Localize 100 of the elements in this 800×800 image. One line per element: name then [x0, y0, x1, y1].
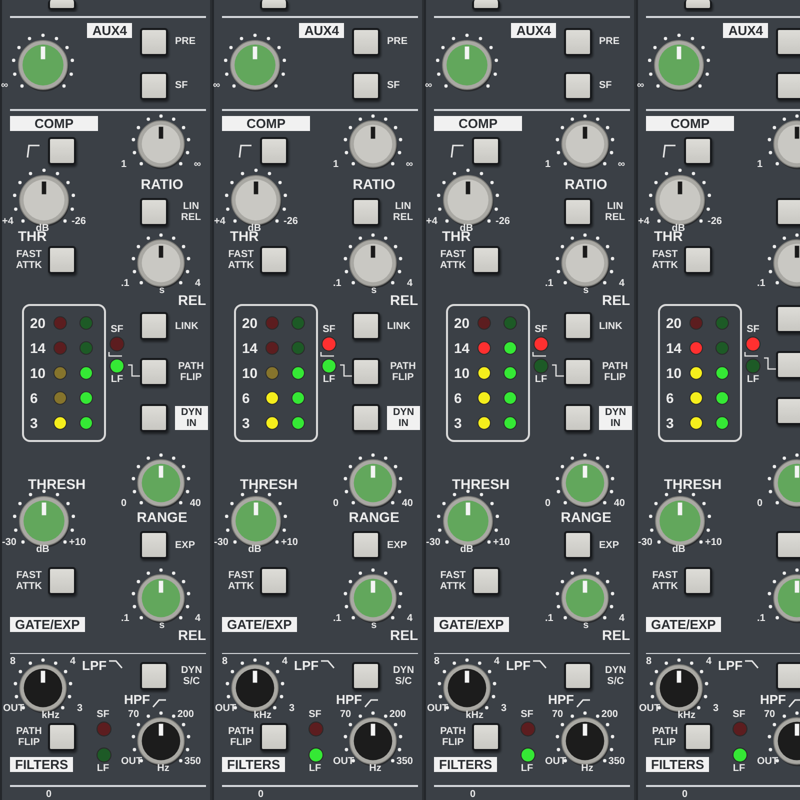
section-header: FILTERS: [10, 757, 74, 772]
scale-label: 200: [601, 709, 618, 720]
button-label: PATH FLIP: [389, 361, 417, 384]
button[interactable]: [48, 566, 76, 595]
scale-label: -30: [638, 536, 652, 550]
scale-label: s: [371, 620, 378, 631]
meter-label: 6: [30, 390, 39, 406]
button[interactable]: [776, 28, 800, 56]
button-label: FAST ATTK: [439, 249, 467, 272]
led-label: SF: [746, 324, 760, 336]
button-label: DYN S/C: [180, 665, 204, 688]
button[interactable]: [260, 246, 288, 274]
button[interactable]: [472, 723, 500, 752]
scale-label: 350: [396, 756, 413, 770]
button[interactable]: [472, 137, 500, 166]
button[interactable]: [684, 0, 712, 10]
button[interactable]: [776, 397, 800, 426]
button[interactable]: [48, 137, 76, 166]
button[interactable]: [352, 312, 380, 340]
meter-label: 14: [30, 340, 47, 356]
button[interactable]: [352, 198, 380, 226]
scale-label: OUT: [3, 703, 24, 716]
scale-label: dB: [248, 544, 262, 555]
button[interactable]: [352, 404, 380, 432]
scale-label: -26: [284, 216, 298, 230]
led-label: SF: [110, 324, 124, 336]
button[interactable]: [140, 312, 168, 340]
button[interactable]: [472, 0, 500, 10]
knob-title: THRESH: [452, 476, 511, 492]
button[interactable]: [564, 358, 592, 386]
scale-label: OUT: [333, 756, 354, 770]
button[interactable]: [564, 312, 592, 340]
button[interactable]: [260, 723, 288, 752]
button[interactable]: [684, 723, 712, 752]
scale-label: kHz: [678, 710, 696, 722]
button[interactable]: [140, 662, 168, 690]
button[interactable]: [564, 662, 592, 690]
scale-label: 0: [46, 789, 53, 800]
scale-label: -26: [708, 216, 722, 230]
button[interactable]: [260, 137, 288, 166]
scale-label: .1: [121, 612, 130, 626]
button-label: EXP: [175, 540, 196, 550]
button[interactable]: [352, 662, 380, 690]
led-label: LF: [732, 763, 746, 774]
button[interactable]: [140, 28, 168, 56]
button[interactable]: [684, 246, 712, 274]
scale-label: 3: [713, 703, 719, 716]
section-header: AUX4: [723, 22, 768, 38]
meter-label: 20: [454, 315, 471, 332]
scale-label: .1: [757, 278, 766, 290]
button[interactable]: [564, 531, 592, 559]
knob-title: RATIO: [352, 176, 396, 192]
button[interactable]: [140, 531, 168, 559]
scale-label: .1: [545, 612, 554, 626]
scale-label: ∞: [425, 80, 432, 92]
button-label: PATH FLIP: [15, 726, 43, 748]
button[interactable]: [776, 662, 800, 690]
button[interactable]: [48, 0, 76, 10]
scale-label: ∞: [213, 80, 220, 92]
button[interactable]: [564, 404, 592, 432]
button[interactable]: [776, 305, 800, 334]
button[interactable]: [140, 404, 168, 432]
scale-label: -30: [426, 536, 440, 550]
led-label: LF: [520, 763, 534, 774]
scale-label: OUT: [639, 703, 660, 716]
button[interactable]: [776, 351, 800, 380]
button-label: PATH FLIP: [439, 726, 467, 748]
scale-label: OUT: [215, 703, 236, 716]
button[interactable]: [260, 0, 288, 10]
button[interactable]: [48, 246, 76, 274]
button[interactable]: [776, 72, 800, 100]
scale-label: 8: [10, 656, 16, 668]
button-label: SF: [387, 80, 400, 92]
button[interactable]: [776, 531, 800, 559]
button[interactable]: [140, 198, 168, 226]
section-header: AUX4: [511, 22, 556, 38]
button[interactable]: [564, 28, 592, 56]
button[interactable]: [564, 198, 592, 226]
button[interactable]: [472, 246, 500, 274]
button[interactable]: [472, 566, 500, 595]
button[interactable]: [776, 198, 800, 226]
button[interactable]: [140, 72, 168, 100]
button[interactable]: [352, 358, 380, 386]
button[interactable]: [140, 358, 168, 386]
knob-title: REL: [390, 292, 418, 308]
button[interactable]: [352, 72, 380, 100]
knob-title: REL: [602, 626, 630, 643]
button[interactable]: [684, 566, 712, 595]
filter-title: HPF: [124, 692, 150, 708]
button[interactable]: [684, 137, 712, 166]
scale-label: 0: [333, 498, 339, 509]
button[interactable]: [260, 566, 288, 595]
button[interactable]: [352, 531, 380, 559]
button[interactable]: [564, 72, 592, 100]
button[interactable]: [352, 28, 380, 56]
meter-label: 10: [242, 365, 259, 382]
leader-line: [532, 352, 546, 358]
scale-label: 3: [289, 703, 295, 716]
button[interactable]: [48, 723, 76, 752]
leader-line: [108, 352, 122, 358]
